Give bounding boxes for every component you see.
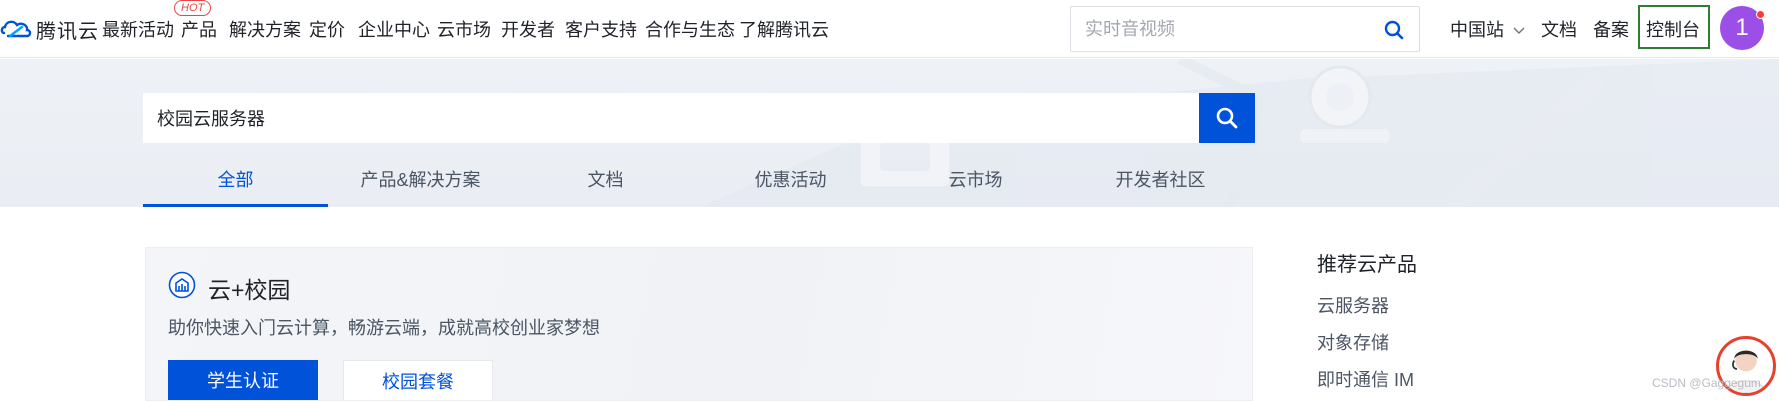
tab-marketplace[interactable]: 云市场 bbox=[883, 166, 1068, 207]
recommend-item-cvm[interactable]: 云服务器 bbox=[1317, 292, 1389, 318]
brand-logo[interactable]: 腾讯云 bbox=[0, 14, 99, 44]
search-icon bbox=[1216, 107, 1238, 129]
tab-promotions[interactable]: 优惠活动 bbox=[698, 166, 883, 207]
active-tab-indicator bbox=[143, 204, 328, 207]
recommend-title: 推荐云产品 bbox=[1317, 254, 1417, 276]
nav-item-enterprise[interactable]: 企业中心 bbox=[358, 16, 430, 42]
tab-all[interactable]: 全部 bbox=[143, 166, 328, 207]
brand-name: 腾讯云 bbox=[36, 20, 99, 43]
top-nav: 腾讯云 最新活动 产品 HOT 解决方案 定价 企业中心 云市场 开发者 客户支… bbox=[0, 0, 1779, 58]
tab-docs[interactable]: 文档 bbox=[513, 166, 698, 207]
notification-dot bbox=[1756, 10, 1765, 19]
nav-item-products[interactable]: 产品 bbox=[181, 16, 217, 42]
nav-item-support[interactable]: 客户支持 bbox=[565, 16, 637, 42]
search-icon[interactable] bbox=[1383, 19, 1405, 41]
card-title: 云+校园 bbox=[208, 277, 291, 303]
main-search-input[interactable] bbox=[157, 105, 1157, 131]
nav-item-solutions[interactable]: 解决方案 bbox=[229, 16, 301, 42]
region-selector[interactable]: 中国站 bbox=[1450, 16, 1525, 42]
nav-item-partners[interactable]: 合作与生态 bbox=[645, 16, 735, 42]
nav-item-developer[interactable]: 开发者 bbox=[501, 16, 555, 42]
region-label: 中国站 bbox=[1450, 20, 1504, 40]
main-search-button[interactable] bbox=[1199, 93, 1255, 143]
nav-search-box bbox=[1070, 6, 1420, 52]
tencent-cloud-logo-icon bbox=[0, 20, 32, 38]
campus-package-button[interactable]: 校园套餐 bbox=[343, 360, 493, 400]
nav-item-about[interactable]: 了解腾讯云 bbox=[739, 16, 829, 42]
main-search-box bbox=[143, 93, 1199, 143]
recommend-item-cos[interactable]: 对象存储 bbox=[1317, 329, 1389, 355]
student-verify-button[interactable]: 学生认证 bbox=[168, 360, 318, 400]
console-highlight-box bbox=[1638, 5, 1710, 49]
watermark: CSDN @Gaggegum bbox=[1652, 376, 1761, 390]
nav-item-latest-activity[interactable]: 最新活动 bbox=[102, 16, 174, 42]
campus-building-icon bbox=[168, 271, 196, 299]
docs-link[interactable]: 文档 bbox=[1541, 16, 1577, 42]
nav-item-pricing[interactable]: 定价 bbox=[309, 16, 345, 42]
nav-search-input[interactable] bbox=[1085, 17, 1375, 41]
card-description: 助你快速入门云计算，畅游云端，成就高校创业家梦想 bbox=[168, 318, 600, 338]
filing-link[interactable]: 备案 bbox=[1593, 16, 1629, 42]
tab-developer-community[interactable]: 开发者社区 bbox=[1068, 166, 1253, 207]
campus-card: 云+校园 助你快速入门云计算，畅游云端，成就高校创业家梦想 学生认证 校园套餐 bbox=[145, 247, 1253, 401]
chevron-down-icon bbox=[1513, 27, 1525, 35]
nav-item-marketplace[interactable]: 云市场 bbox=[437, 16, 491, 42]
tab-products-solutions[interactable]: 产品&解决方案 bbox=[328, 166, 513, 207]
recommend-item-im[interactable]: 即时通信 IM bbox=[1317, 366, 1414, 392]
hot-badge: HOT bbox=[174, 0, 212, 16]
